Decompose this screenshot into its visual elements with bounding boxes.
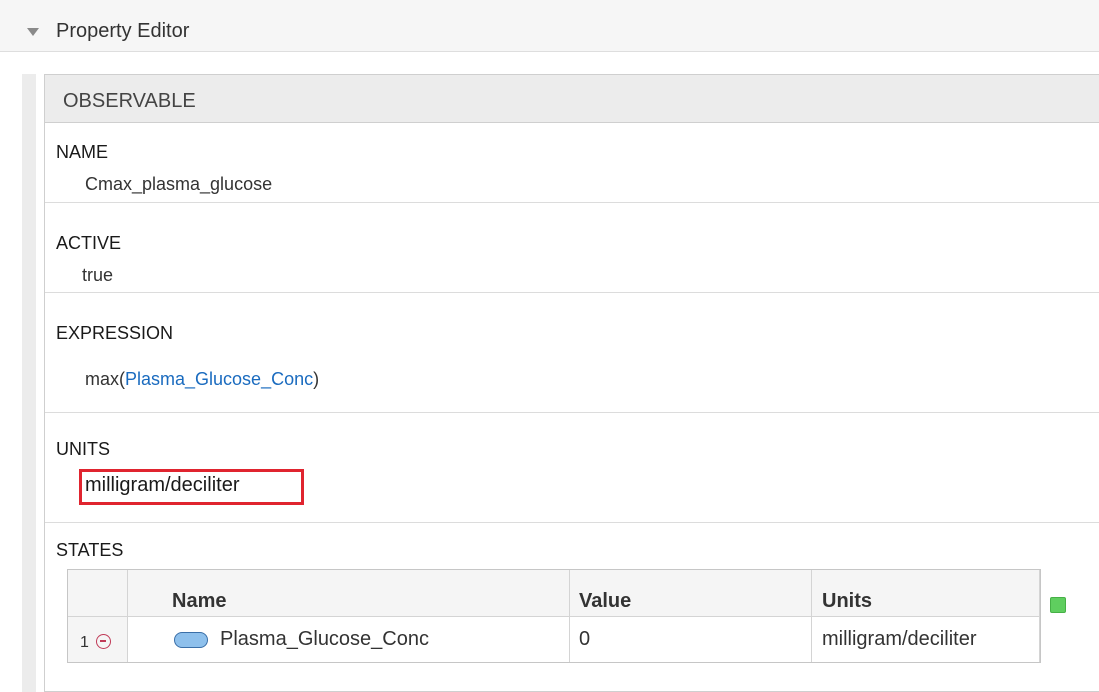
expression-section: EXPRESSION max(Plasma_Glucose_Conc) [45, 293, 1099, 413]
column-header-value[interactable]: Value [579, 590, 631, 613]
expression-value[interactable]: max(Plasma_Glucose_Conc) [85, 369, 319, 390]
units-label: UNITS [56, 439, 110, 459]
state-value-cell[interactable]: 0 [579, 628, 590, 651]
left-gutter [22, 74, 36, 692]
status-indicator-icon [1050, 597, 1066, 613]
remove-row-icon[interactable] [96, 634, 111, 649]
name-label: NAME [56, 142, 109, 162]
expression-label: EXPRESSION [56, 323, 174, 343]
expression-variable-link[interactable]: Plasma_Glucose_Conc [125, 369, 313, 389]
panel-header: OBSERVABLE [45, 75, 1099, 123]
header-title: Property Editor [56, 20, 190, 42]
state-name-cell[interactable]: Plasma_Glucose_Conc [220, 628, 429, 651]
active-value[interactable]: true [82, 265, 113, 286]
active-label: ACTIVE [56, 233, 122, 253]
state-units-cell[interactable]: milligram/deciliter [822, 628, 976, 651]
expression-function: max( [85, 369, 125, 389]
expression-close: ) [313, 369, 320, 389]
header-divider [68, 616, 1040, 617]
observable-panel: OBSERVABLE NAME Cmax_plasma_glucose ACTI… [44, 74, 1099, 692]
panel-title: OBSERVABLE [63, 90, 196, 112]
row-index: 1 [80, 634, 89, 651]
column-header-units[interactable]: Units [822, 590, 872, 613]
states-label: STATES [56, 540, 124, 560]
name-value[interactable]: Cmax_plasma_glucose [85, 174, 272, 195]
triangle-down-icon[interactable] [27, 28, 39, 36]
column-header-name[interactable]: Name [172, 590, 226, 613]
species-icon [174, 632, 208, 648]
states-table: Name Value Units 1 Plasma_Glucose_Conc 0… [67, 569, 1041, 663]
units-section: UNITS [45, 413, 1099, 523]
name-section: NAME Cmax_plasma_glucose [45, 123, 1099, 203]
property-editor-header[interactable]: Property Editor [0, 0, 1099, 52]
units-value[interactable]: milligram/deciliter [85, 474, 239, 497]
active-section: ACTIVE true [45, 203, 1099, 293]
